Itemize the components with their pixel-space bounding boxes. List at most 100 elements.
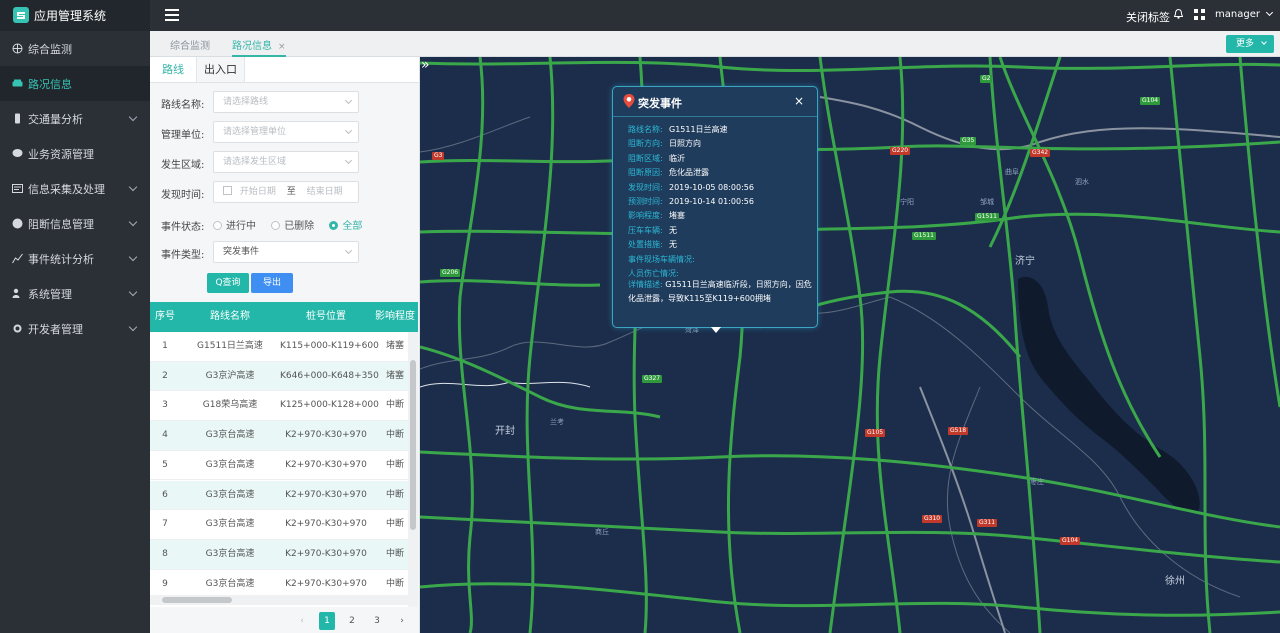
vertical-scrollbar[interactable] <box>408 332 418 607</box>
field-key: 阻断区域: <box>628 153 663 163</box>
collapse-panel-icon[interactable]: » <box>421 57 437 83</box>
type-value: 突发事件 <box>223 247 260 257</box>
chevron-down-icon <box>344 246 353 255</box>
unit-select[interactable]: 请选择管理单位 <box>213 121 359 143</box>
table-cell: 7 <box>162 519 168 530</box>
tab-route[interactable]: 路线 <box>150 57 197 82</box>
close-icon[interactable]: × <box>278 42 286 52</box>
location-pin-icon <box>623 94 635 108</box>
field-key: 事件现场车辆情况: <box>628 254 695 264</box>
map-place-label: 泗水 <box>1075 178 1089 186</box>
table-row[interactable]: 7 G3京台高速 K2+970-K30+970 中断 <box>150 510 408 540</box>
fullscreen-icon[interactable] <box>1194 9 1205 20</box>
popup-title: 突发事件 <box>638 97 682 110</box>
area-row: 发生区域: 请选择发生区域 <box>150 151 420 173</box>
col-stake: 桩号位置 <box>306 311 346 322</box>
sidebar-item[interactable]: 开发者管理 <box>0 311 150 346</box>
table-cell: K2+970-K30+970 <box>285 548 367 559</box>
sidebar: 应用管理系统 综合监测 路况信息交通量分析业务资源管理 信息采集及处理阻断信息管理事… <box>0 0 150 633</box>
close-icon[interactable]: × <box>794 94 804 108</box>
table-cell: G18荣乌高速 <box>202 400 258 411</box>
field-value: 堵塞 <box>669 211 685 221</box>
field-key: 发现时间: <box>628 182 663 192</box>
sidebar-item-label: 交通量分析 <box>28 112 83 126</box>
area-placeholder: 请选择发生区域 <box>223 157 287 167</box>
field-key: 预测时间: <box>628 197 663 206</box>
table-row[interactable]: 4 G3京台高速 K2+970-K30+970 中断 <box>150 421 408 451</box>
road-shield-label: G2 <box>980 75 993 83</box>
chevron-down-icon <box>344 96 353 105</box>
chevron-down-icon[interactable] <box>1265 8 1274 17</box>
radio-icon <box>271 221 281 230</box>
table-row[interactable]: 1 G1511日兰高速 K115+000-K119+600 堵塞 <box>150 332 408 362</box>
table-cell: 5 <box>162 459 168 470</box>
table-cell: G3京台高速 <box>205 430 255 441</box>
sidebar-item[interactable]: 综合监测 <box>0 31 150 66</box>
radio-all[interactable]: 全部 <box>329 221 362 232</box>
page-3-button[interactable]: 3 <box>369 612 385 630</box>
menu-toggle-icon[interactable] <box>165 9 179 21</box>
radio-icon <box>213 221 222 230</box>
col-route: 路线名称 <box>210 311 250 322</box>
route-select[interactable]: 请选择路线 <box>213 91 359 113</box>
status-label: 事件状态: <box>161 222 205 233</box>
road-shield-label: G105 <box>865 429 886 437</box>
sidebar-item[interactable]: 业务资源管理 <box>0 136 150 171</box>
tab-road-info[interactable]: 路况信息 × <box>232 37 286 57</box>
export-button[interactable]: 导出 <box>251 273 293 293</box>
table-row[interactable]: 3 G18荣乌高速 K125+000-K128+000 中断 <box>150 391 408 422</box>
type-select[interactable]: 突发事件 <box>213 241 359 263</box>
radio-ongoing[interactable]: 进行中 <box>213 221 256 232</box>
scroll-thumb[interactable] <box>162 597 232 603</box>
more-button[interactable]: 更多 <box>1226 35 1274 53</box>
area-select[interactable]: 请选择发生区域 <box>213 151 359 173</box>
horizontal-scrollbar[interactable] <box>150 595 408 605</box>
calendar-icon <box>223 186 232 195</box>
tab-overview[interactable]: 综合监测 <box>170 37 210 57</box>
sidebar-item[interactable]: 阻断信息管理 <box>0 206 150 241</box>
time-label: 发现时间: <box>161 190 205 201</box>
sidebar-item[interactable]: 事件统计分析 <box>0 241 150 276</box>
bell-icon[interactable] <box>1174 9 1183 19</box>
table-row[interactable]: 2 G3京沪高速 K646+000-K648+350 堵塞 <box>150 361 408 392</box>
table-cell: 2 <box>162 370 168 381</box>
prev-page-button[interactable]: ‹ <box>294 612 310 630</box>
close-tabs-button[interactable]: 关闭标签 <box>1126 9 1170 25</box>
brand: 应用管理系统 <box>0 0 150 31</box>
sidebar-item[interactable]: 信息采集及处理 <box>0 171 150 206</box>
chevron-down-icon <box>128 217 138 227</box>
table-row[interactable]: 5 G3京台高速 K2+970-K30+970 中断 <box>150 451 408 481</box>
road-shield-label: G342 <box>1030 149 1051 157</box>
tab-label: 综合监测 <box>170 41 210 52</box>
sidebar-menu: 综合监测 路况信息交通量分析业务资源管理 信息采集及处理阻断信息管理事件统计分析 系统… <box>0 31 150 346</box>
table-row[interactable]: 6 G3京台高速 K2+970-K30+970 中断 <box>150 480 408 511</box>
chevron-down-icon <box>128 287 138 297</box>
page-2-button[interactable]: 2 <box>344 612 360 630</box>
radio-deleted[interactable]: 已删除 <box>271 221 314 232</box>
road-shield-label: G206 <box>440 269 461 277</box>
car-icon <box>12 79 23 87</box>
sidebar-item-label: 阻断信息管理 <box>28 217 94 231</box>
tab-entrance[interactable]: 出入口 <box>197 57 245 82</box>
table-row[interactable]: 8 G3京台高速 K2+970-K30+970 中断 <box>150 539 408 570</box>
table-cell: K2+970-K30+970 <box>285 519 367 530</box>
sidebar-item[interactable]: 交通量分析 <box>0 101 150 136</box>
col-index: 序号 <box>155 311 175 322</box>
road-shield-label: G104 <box>1060 537 1081 545</box>
page-1-button[interactable]: 1 <box>319 612 335 630</box>
map-view[interactable]: 济宁 开封 徐州 菏泽 兰考 商丘 枣庄 邹城 曲阜 泗水 宁阳 G35 G220 G342 G3 G1511… <box>420 57 1280 633</box>
date-range-input[interactable]: 开始日期 至 结束日期 <box>213 181 359 203</box>
sidebar-item[interactable]: 系统管理 <box>0 276 150 311</box>
unit-row: 管理单位: 请选择管理单位 <box>150 121 420 143</box>
next-page-button[interactable]: › <box>394 612 410 630</box>
table-cell: G3京台高速 <box>205 459 255 470</box>
field-value: 危化品泄露 <box>669 168 709 178</box>
user-menu[interactable]: manager <box>1215 9 1260 20</box>
sidebar-item[interactable]: 路况信息 <box>0 66 150 101</box>
map-place-label: 曲阜 <box>1005 168 1019 176</box>
query-button[interactable]: Q查询 <box>207 273 249 293</box>
radio-label: 全部 <box>342 221 363 232</box>
scroll-thumb[interactable] <box>410 360 416 530</box>
table-cell: K2+970-K30+970 <box>285 459 367 470</box>
radio-checked-icon <box>329 221 339 230</box>
